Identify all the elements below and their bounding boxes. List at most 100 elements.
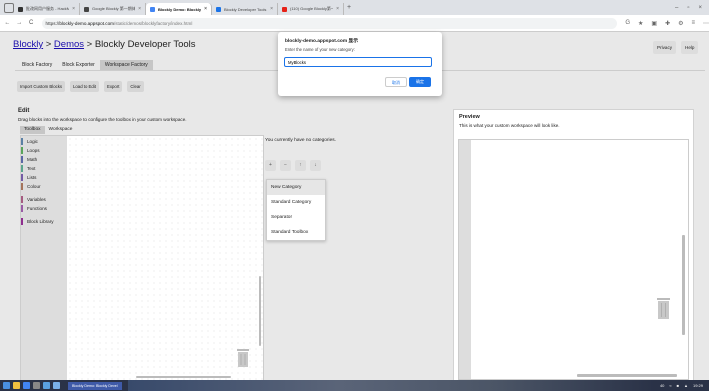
load-to-edit-button[interactable]: Load to Edit [70, 81, 99, 92]
minimize-button[interactable]: – [675, 5, 678, 11]
tab-favicon-icon [282, 6, 287, 12]
window-menu-icon[interactable] [4, 2, 14, 13]
toolbox-category-list: Logic Loops Math Text Lists Colour Varia… [21, 136, 67, 380]
url-path: /static/demos/blocklyfactory/index.html [113, 20, 193, 26]
toolbox-category-block-library[interactable]: Block Library [21, 217, 67, 226]
toolbox-category-text[interactable]: Text [21, 164, 67, 173]
menu-item-separator[interactable]: Separator [267, 210, 325, 225]
breadcrumb-blockly-link[interactable]: Blockly [13, 39, 43, 50]
toolbox-category-math[interactable]: Math [21, 155, 67, 164]
browser-tab[interactable]: Blockly Developer Tools × [212, 3, 278, 15]
tab-toolbox[interactable]: Toolbox [20, 126, 45, 134]
add-dropdown-menu: New Category Standard Category Separator… [266, 179, 326, 241]
settings-icon[interactable]: ⚙ [678, 20, 683, 27]
url-bar[interactable]: https://blockly-demo.appspot.com/static/… [41, 17, 618, 29]
toolbox-category-loops[interactable]: Loops [21, 146, 67, 155]
taskbar-active-window[interactable]: Blockly Demo: Blockly Devel [68, 381, 122, 390]
category-color-bar [21, 138, 23, 145]
forward-button[interactable]: → [15, 20, 24, 26]
close-icon[interactable]: × [270, 6, 273, 12]
move-down-button[interactable]: ↓ [310, 160, 321, 171]
clear-button[interactable]: Clear [127, 81, 144, 92]
browser-icon[interactable] [23, 382, 30, 389]
tab-block-exporter[interactable]: Block Exporter [57, 60, 100, 70]
preview-description: This is what your custom workspace will … [459, 123, 560, 128]
workspace-grid[interactable] [67, 136, 263, 380]
tab-workspace-factory[interactable]: Workspace Factory [99, 60, 153, 70]
preview-workspace[interactable] [458, 139, 689, 380]
volume-icon[interactable]: 40 [660, 383, 664, 388]
maximize-button[interactable]: ▫ [687, 5, 689, 11]
ok-button[interactable]: 确定 [409, 77, 431, 87]
toolbox-category-functions[interactable]: Functions [21, 204, 67, 213]
url-host: blockly-demo.appspot.com [59, 20, 114, 26]
move-up-button[interactable]: ↑ [295, 160, 306, 171]
menu-item-new-category[interactable]: New Category [267, 180, 325, 195]
workspace-horizontal-scrollbar[interactable] [136, 376, 231, 378]
workspace-vertical-scrollbar[interactable] [259, 276, 261, 346]
cancel-button[interactable]: 取消 [385, 77, 407, 87]
menu-item-standard-category[interactable]: Standard Category [267, 195, 325, 210]
app-icon[interactable] [43, 382, 50, 389]
translate-icon[interactable]: G [625, 20, 630, 27]
add-category-button[interactable]: + [265, 160, 276, 171]
tray-expand-icon[interactable]: ▲ [684, 383, 688, 388]
toolbox-category-lists[interactable]: Lists [21, 173, 67, 182]
trash-can-icon[interactable] [236, 349, 250, 367]
browser-tab-bar: 批改网用户服务 - HackMD× Google Blockly 第一期体验 ×… [0, 0, 709, 15]
extension-icon[interactable]: ▣ [651, 20, 657, 27]
start-menu-icon[interactable] [3, 382, 10, 389]
browser-tab[interactable]: 批改网用户服务 - HackMD × [14, 3, 80, 15]
preview-heading: Preview [459, 114, 480, 120]
clock[interactable]: 19:29 [693, 383, 703, 388]
browser-tab-active[interactable]: Blockly Demo: Blockly Develo× [146, 3, 212, 15]
menu-item-standard-toolbox[interactable]: Standard Toolbox [267, 225, 325, 240]
network-icon[interactable]: ≈ [669, 383, 671, 388]
address-toolbar: ← → C https://blockly-demo.appspot.com/s… [0, 15, 709, 32]
browser-tab[interactable]: Google Blockly 第一期体验 ×× [80, 3, 146, 15]
preview-horizontal-scrollbar[interactable] [577, 374, 677, 377]
file-manager-icon[interactable] [13, 382, 20, 389]
tab-favicon-icon [84, 6, 89, 12]
more-menu-icon[interactable]: ⋯ [703, 20, 709, 27]
extension-icon[interactable]: ✚ [665, 20, 670, 27]
edit-heading: Edit [18, 108, 30, 114]
export-button[interactable]: Export [103, 81, 123, 92]
new-tab-button[interactable]: + [347, 4, 351, 11]
preview-vertical-scrollbar[interactable] [682, 235, 685, 335]
terminal-icon[interactable] [33, 382, 40, 389]
breadcrumb-demos-link[interactable]: Demos [54, 39, 84, 50]
page-title: Blockly > Demos > Blockly Developer Tool… [13, 39, 196, 50]
close-window-button[interactable]: × [698, 5, 702, 11]
close-icon[interactable]: × [138, 6, 141, 12]
battery-icon[interactable]: ■ [677, 383, 679, 388]
preview-panel: Preview This is what your custom workspa… [453, 109, 694, 384]
toolbox-category-colour[interactable]: Colour [21, 182, 67, 191]
category-name-input[interactable] [284, 57, 432, 67]
trash-can-icon[interactable] [656, 298, 671, 319]
close-icon[interactable]: × [204, 6, 207, 12]
system-tray: 40 ≈ ■ ▲ 19:29 [654, 383, 709, 388]
tab-block-factory[interactable]: Block Factory [17, 60, 57, 70]
reload-button[interactable]: C [27, 20, 36, 26]
browser-tab[interactable]: (110) Google Blockly第一期体验× [278, 3, 344, 15]
account-icon[interactable]: ≡ [691, 20, 695, 27]
toolbox-category-logic[interactable]: Logic [21, 137, 67, 146]
tab-workspace[interactable]: Workspace [45, 126, 77, 134]
remove-category-button[interactable]: − [280, 160, 291, 171]
app-icon[interactable] [53, 382, 60, 389]
workspace-factory-toolbar: Import Custom Blocks Load to Edit Export… [17, 81, 144, 92]
help-button[interactable]: Help [681, 41, 699, 54]
bookmark-star-icon[interactable]: ★ [638, 20, 643, 27]
toolbox-category-variables[interactable]: Variables [21, 195, 67, 204]
close-icon[interactable]: × [72, 6, 75, 12]
import-custom-blocks-button[interactable]: Import Custom Blocks [17, 81, 66, 92]
category-color-bar [21, 196, 23, 203]
back-button[interactable]: ← [3, 20, 12, 26]
close-icon[interactable]: × [336, 6, 339, 12]
privacy-button[interactable]: Privacy [653, 41, 677, 54]
blockly-workspace[interactable]: Logic Loops Math Text Lists Colour Varia… [20, 135, 264, 381]
breadcrumb-separator: > [43, 39, 54, 50]
category-controls: + − ↑ ↓ [265, 160, 321, 171]
preview-toolbox [459, 140, 471, 379]
